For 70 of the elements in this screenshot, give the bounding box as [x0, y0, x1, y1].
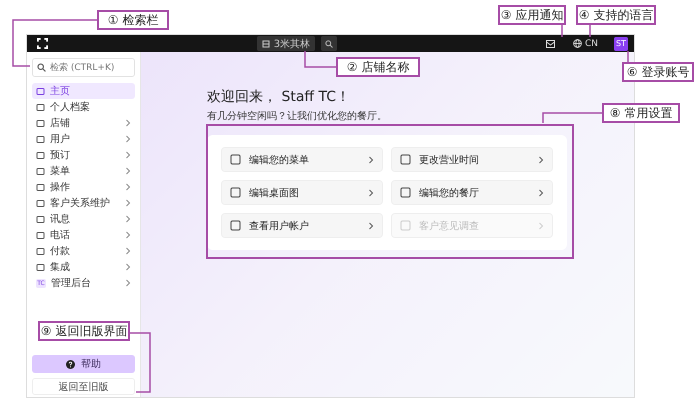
leader-line [542, 112, 602, 123]
sidebar-item[interactable]: 讯息 [32, 211, 135, 227]
callout-label: ⑧ 常用设置 [602, 103, 680, 123]
sidebar-item[interactable]: 付款 [32, 243, 135, 259]
sidebar-item[interactable]: 电话 [32, 227, 135, 243]
leader-line [304, 51, 336, 68]
sidebar-item[interactable]: 店铺 [32, 115, 135, 131]
square-icon [230, 154, 241, 165]
search-field[interactable]: 检索 (CTRL+K) [32, 58, 135, 77]
sidebar-item[interactable]: 个人档案 [32, 99, 135, 115]
welcome-subtitle: 有几分钟空闲吗？让我们优化您的餐厅。 [207, 110, 387, 123]
chevron-icon [368, 222, 374, 230]
sidebar-item[interactable]: 预订 [32, 147, 135, 163]
sidebar-item[interactable]: 主页 [32, 83, 135, 99]
square-icon [36, 198, 45, 208]
search-icon [325, 40, 334, 48]
help-button[interactable]: 帮助 [32, 355, 135, 373]
chevron-icon [538, 222, 544, 230]
welcome-title: 欢迎回来， Staff TC！ [207, 88, 350, 106]
leader-line [130, 332, 151, 393]
chevron-icon [538, 188, 544, 196]
question-icon [66, 360, 75, 368]
callout-label: ④ 支持的语言 [576, 5, 656, 25]
shortcut-tile[interactable]: 编辑您的菜单 [221, 147, 383, 172]
store-icon [262, 40, 270, 48]
callout-label: ⑨ 返回旧版界面 [38, 321, 130, 341]
callout-label: ③ 应用通知 [498, 5, 566, 25]
square-icon [400, 154, 411, 165]
legacy-version-button[interactable]: 返回至旧版 [32, 378, 135, 395]
shortcut-tile[interactable]: 更改营业时间 [391, 147, 553, 172]
shortcut-tile[interactable]: 查看用户帐户 [221, 213, 383, 238]
square-icon [400, 187, 411, 198]
mail-icon[interactable] [546, 40, 555, 48]
store-selector[interactable]: 3米其林 [256, 36, 316, 51]
language-selector[interactable]: CN [572, 38, 598, 48]
square-icon [36, 230, 45, 240]
square-icon [400, 220, 411, 231]
account-avatar[interactable]: ST [614, 36, 628, 50]
square-icon [36, 246, 45, 256]
sidebar-item[interactable]: 操作 [32, 179, 135, 195]
square-icon [230, 220, 241, 231]
square-icon [36, 118, 45, 128]
shortcut-tile[interactable]: 编辑桌面图 [221, 180, 383, 205]
square-icon [36, 134, 45, 144]
square-icon [36, 182, 45, 192]
search-icon [37, 63, 46, 72]
globe-icon [572, 39, 582, 48]
sidebar-item[interactable]: 集成 [32, 259, 135, 275]
sidebar-item[interactable]: 用户 [32, 131, 135, 147]
square-icon [36, 166, 45, 176]
callout-label: ② 店铺名称 [336, 57, 420, 77]
callout-label: ① 检索栏 [97, 10, 169, 30]
chevron-icon [538, 156, 544, 164]
leader-line [589, 25, 591, 37]
logo-icon [37, 38, 48, 49]
callout-label: ⑥ 登录账号 [622, 62, 694, 82]
shortcut-tile[interactable]: 编辑您的餐厅 [391, 180, 553, 205]
sidebar-item[interactable]: 客户关系维护 [32, 195, 135, 211]
search-button[interactable] [321, 36, 338, 51]
chevron-icon [368, 156, 374, 164]
square-icon [36, 214, 45, 224]
square-icon [36, 262, 45, 272]
square-icon [36, 102, 45, 112]
chevron-icon [368, 188, 374, 196]
square-icon [36, 86, 45, 96]
square-icon [36, 150, 45, 160]
square-icon [230, 187, 241, 198]
leader-line [561, 25, 563, 37]
sidebar-item[interactable]: 菜单 [32, 163, 135, 179]
leader-line [627, 51, 629, 62]
